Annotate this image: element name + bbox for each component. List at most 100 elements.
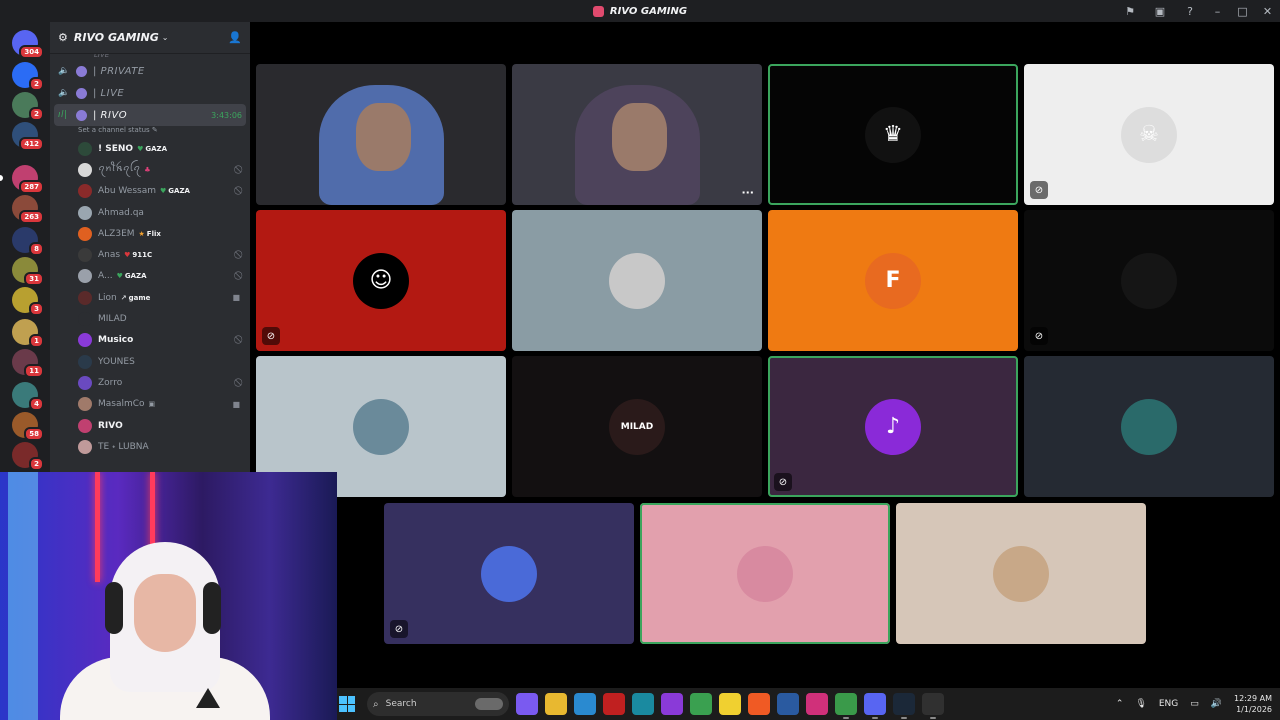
mic-icon[interactable]: 🎙 [1135, 699, 1146, 709]
brave-icon[interactable] [748, 693, 770, 715]
voice-member[interactable]: YOUNES [50, 351, 250, 372]
copilot-icon[interactable] [516, 693, 538, 715]
screen-icon[interactable]: ▣ [1145, 0, 1175, 22]
mention-badge: 11 [24, 364, 44, 378]
avatar [78, 184, 92, 199]
shield-icon[interactable] [777, 693, 799, 715]
close-button[interactable]: ✕ [1255, 0, 1280, 22]
app-duck-icon[interactable] [719, 693, 741, 715]
chrome-icon[interactable] [835, 693, 857, 719]
camera-icon: ■ [232, 293, 240, 303]
voice-channel[interactable]: 🔈 | LIVE [50, 82, 250, 104]
call-timer: 3:43:06 [211, 110, 242, 120]
channel-status-hint[interactable]: Set a channel status ✎ [50, 126, 250, 138]
participant-tile[interactable]: ♛ [768, 64, 1018, 205]
participant-avatar: MILAD [609, 398, 665, 455]
participant-tile[interactable]: ☠ ⊘ [1024, 64, 1274, 205]
app-purple-icon[interactable] [661, 693, 683, 715]
server-icon[interactable]: 3 [12, 287, 44, 316]
voice-member[interactable]: ALZ3EM ★ Flix [50, 223, 250, 244]
channel-label: | PRIVATE [93, 65, 145, 77]
help-icon[interactable]: ? [1175, 0, 1205, 22]
participant-tile[interactable]: ⊘ [384, 503, 634, 644]
server-icon[interactable]: 2 [12, 442, 44, 471]
app-green-icon[interactable] [690, 693, 712, 715]
voice-channel-rivo[interactable]: ıl| | RIVO 3:43:06 [54, 104, 246, 126]
participant-tile[interactable] [512, 210, 762, 351]
server-icon[interactable]: 4 [12, 382, 44, 411]
server-icon[interactable]: 287 [0, 165, 44, 194]
store-icon[interactable] [574, 693, 596, 715]
steam-icon[interactable] [893, 693, 915, 719]
mic-muted-icon: ⊘ [774, 473, 792, 491]
display-icon[interactable]: ▭ [1190, 699, 1199, 709]
avatar [78, 375, 92, 390]
invite-icon[interactable]: 👤 [228, 31, 242, 44]
server-icon[interactable]: 8 [12, 227, 44, 256]
member-tag: ♥ GAZA [137, 145, 167, 153]
voice-member[interactable]: Zorro⃠ [50, 372, 250, 393]
participant-tile[interactable]: ☺ ⊘ [256, 210, 506, 351]
voice-member[interactable]: MILAD [50, 308, 250, 329]
participant-tile[interactable]: F [768, 210, 1018, 351]
avatar [78, 439, 92, 454]
server-icon[interactable]: 263 [12, 195, 44, 224]
minimize-button[interactable]: – [1205, 0, 1230, 22]
language-indicator[interactable]: ENG [1159, 699, 1178, 709]
avatar [78, 333, 92, 348]
voice-member[interactable]: Ahmad.qa [50, 202, 250, 223]
participant-avatar: ♪ [865, 398, 921, 455]
server-icon[interactable]: 2 [12, 62, 44, 91]
voice-member[interactable]: ! SENO ♥ GAZA [50, 138, 250, 159]
participant-tile[interactable] [256, 64, 506, 205]
voice-member[interactable]: A...♥GAZA⃠ [50, 266, 250, 287]
member-name: TE ˖ LUBNA [98, 441, 149, 452]
server-icon[interactable]: 2 [12, 92, 44, 121]
tag-text: Flix [146, 229, 161, 238]
voice-member[interactable]: Musico⃠ [50, 330, 250, 351]
voice-member[interactable]: ꪖꪀꪻꫝꪖꪶꪖ♣⃠ [50, 159, 250, 180]
voice-member[interactable]: RIVO [50, 415, 250, 436]
app-c-icon[interactable] [632, 693, 654, 715]
participant-tile[interactable] [1024, 356, 1274, 497]
maximize-button[interactable]: □ [1230, 0, 1255, 22]
more-options-icon[interactable]: ··· [741, 186, 754, 199]
server-icon[interactable]: 58 [12, 412, 44, 441]
participant-tile[interactable]: MILAD [512, 356, 762, 497]
server-icon[interactable]: 1 [12, 319, 44, 348]
taskbar-search[interactable]: ⌕ Search [367, 692, 509, 716]
voice-member[interactable]: Lion ↗ game ■ [50, 287, 250, 308]
mic-muted-icon: ⊘ [262, 327, 280, 345]
participant-avatar [993, 545, 1049, 602]
discord-icon[interactable] [864, 693, 886, 719]
chevron-down-icon: ⌄ [161, 33, 169, 42]
participant-tile[interactable]: ⊘ [1024, 210, 1274, 351]
server-icon[interactable]: 31 [12, 257, 44, 286]
voice-member[interactable]: Anas♥911C⃠ [50, 244, 250, 265]
participant-tile[interactable]: ♪ ⊘ [768, 356, 1018, 497]
participant-tile[interactable]: ··· [512, 64, 762, 205]
chevron-up-icon[interactable]: ⌃ [1116, 699, 1124, 709]
instagram-icon[interactable] [806, 693, 828, 715]
volume-icon[interactable]: 🔊 [1211, 699, 1222, 709]
obs-icon[interactable] [922, 693, 944, 719]
participant-tile[interactable] [640, 503, 890, 644]
voice-channel[interactable]: 🔈 | PRIVATE [50, 60, 250, 82]
participant-tile[interactable] [896, 503, 1146, 644]
server-header[interactable]: ⚙ RIVO GAMING ⌄ 👤 [50, 22, 250, 54]
server-icon[interactable]: 412 [12, 122, 44, 151]
app-red-icon[interactable] [603, 693, 625, 715]
avatar [78, 397, 92, 412]
participant-avatar: ☺ [353, 252, 409, 309]
tag-text: ♣ [144, 165, 151, 174]
server-icon[interactable]: 11 [12, 349, 44, 378]
clock[interactable]: 12:29 AM 1/1/2026 [1234, 693, 1272, 715]
voice-member[interactable]: Abu Wessam♥GAZA⃠ [50, 181, 250, 202]
start-button[interactable] [339, 696, 355, 712]
server-icon[interactable]: 304 [12, 30, 44, 59]
inbox-icon[interactable]: ⚑ [1115, 0, 1145, 22]
file-explorer-icon[interactable] [545, 693, 567, 715]
voice-member[interactable]: MasalmCo ▣ ■ [50, 394, 250, 415]
member-name: MILAD [98, 314, 127, 325]
voice-member[interactable]: TE ˖ LUBNA [50, 436, 250, 457]
